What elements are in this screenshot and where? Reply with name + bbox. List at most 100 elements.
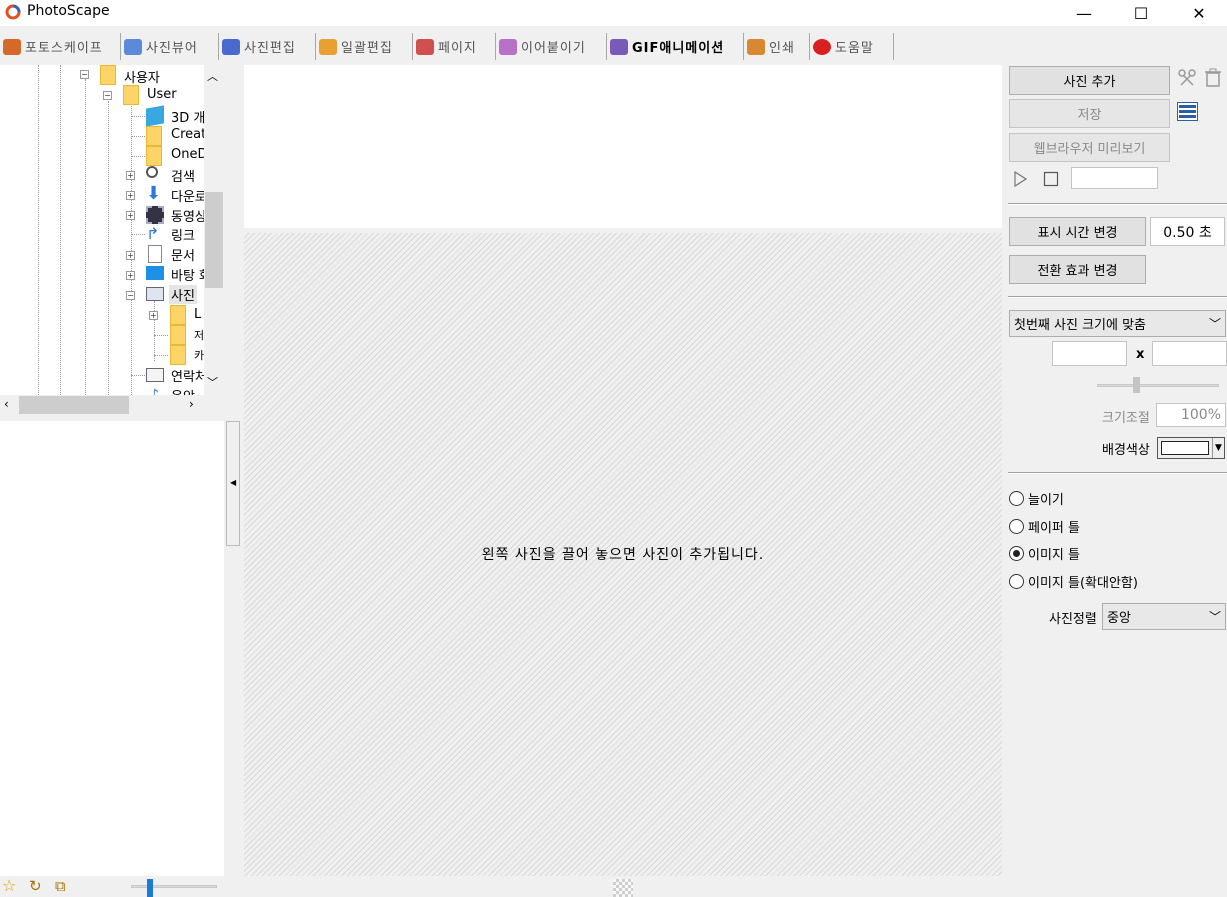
add-photo-button[interactable]: 사진 추가 <box>1009 66 1170 95</box>
resize-percent-field[interactable]: 100% <box>1156 403 1226 427</box>
preview-canvas[interactable]: 왼쪽 사진을 끌어 놓으면 사진이 추가됩니다. <box>244 233 1002 876</box>
expand-toggle[interactable]: + <box>126 211 135 220</box>
tree-node-creative[interactable]: Creat <box>171 127 206 142</box>
collapse-toggle[interactable]: − <box>126 291 135 300</box>
scroll-up-arrow-icon[interactable]: ︿ <box>207 68 218 84</box>
paper-frame-radio[interactable]: 페이퍼 틀 <box>1009 517 1080 536</box>
collapse-toggle[interactable]: − <box>80 70 89 79</box>
print-tab-icon <box>747 38 765 55</box>
rotate-icon[interactable]: ↻ <box>29 878 42 894</box>
save-button[interactable]: 저장 <box>1009 99 1170 128</box>
thumbnail-size-slider[interactable] <box>131 885 217 888</box>
tree-node-user[interactable]: User <box>147 87 177 102</box>
photoscape-logo-icon <box>5 4 21 20</box>
maximize-button[interactable]: ☐ <box>1112 0 1170 26</box>
image-frame-noenlarge-radio[interactable]: 이미지 틀(확대안함) <box>1009 572 1138 591</box>
expand-toggle[interactable]: + <box>126 251 135 260</box>
height-field[interactable] <box>1152 341 1227 366</box>
tree-guide <box>108 101 109 395</box>
tab-print[interactable]: 인쇄 <box>744 33 810 60</box>
minimize-button[interactable]: — <box>1055 0 1113 26</box>
tab-photoscape[interactable]: 포토스케이프 <box>0 33 121 60</box>
tab-editor[interactable]: 사진편집 <box>219 33 316 60</box>
resize-slider-track[interactable] <box>1097 384 1219 387</box>
size-mode-select[interactable]: 첫번째 사진 크기에 맞춤 ﹀ <box>1009 310 1226 337</box>
scroll-right-arrow-icon[interactable]: › <box>189 397 194 411</box>
tree-node-contacts[interactable]: 연락처 <box>171 366 207 385</box>
trash-icon[interactable] <box>1204 68 1222 88</box>
close-button[interactable]: ✕ <box>1170 0 1227 26</box>
tab-combine[interactable]: 이어붙이기 <box>496 33 607 60</box>
transition-effect-button[interactable]: 전환 효과 변경 <box>1009 255 1146 284</box>
tree-vertical-scroll-thumb[interactable] <box>205 192 223 288</box>
tab-page[interactable]: 페이지 <box>413 33 496 60</box>
expand-toggle[interactable]: + <box>126 171 135 180</box>
collapse-toggle[interactable]: − <box>103 91 112 100</box>
tree-node-videos[interactable]: 동영상 <box>171 206 207 225</box>
panel-collapse-handle[interactable]: ◀ <box>226 421 240 546</box>
stop-icon[interactable] <box>1043 171 1059 187</box>
tree-node-saved[interactable]: 저 <box>194 327 204 343</box>
expand-toggle[interactable]: + <box>149 311 158 320</box>
tree-node-links[interactable]: 링크 <box>171 225 195 244</box>
tree-guide <box>131 136 145 137</box>
frame-progress-field <box>1071 167 1158 189</box>
radio-indicator <box>1009 573 1024 589</box>
tree-node-3d[interactable]: 3D 개 <box>171 107 205 126</box>
expand-toggle[interactable]: + <box>126 191 135 200</box>
transparency-grid-icon[interactable] <box>613 879 633 897</box>
web-preview-button[interactable]: 웹브라우저 미리보기 <box>1009 133 1170 162</box>
list-view-icon[interactable] <box>1177 102 1198 121</box>
document-icon <box>148 245 162 263</box>
module-tabs: 포토스케이프 사진뷰어 사진편집 일괄편집 페이지 이어붙이기 GIF애니메이션… <box>0 33 1000 60</box>
link-icon: ↱ <box>146 224 160 243</box>
photo-align-select[interactable]: 중앙 ﹀ <box>1102 603 1226 630</box>
image-frame-radio[interactable]: 이미지 틀 <box>1009 544 1080 563</box>
display-time-button[interactable]: 표시 시간 변경 <box>1009 217 1146 246</box>
scroll-left-arrow-icon[interactable]: ‹ <box>4 397 9 411</box>
photo-align-label: 사진정렬 <box>1049 612 1097 627</box>
tab-help[interactable]: 도움말 <box>810 33 894 60</box>
folder-icon <box>146 146 162 166</box>
tree-node-downloads[interactable]: 다운로 <box>171 186 207 205</box>
tree-node-documents[interactable]: 문서 <box>171 245 195 264</box>
scroll-down-arrow-icon[interactable]: ﹀ <box>207 374 218 390</box>
divider <box>1008 203 1227 205</box>
tree-node-music[interactable]: 음악 <box>171 386 195 395</box>
photos-icon[interactable]: ⧉ <box>55 878 66 894</box>
contact-icon <box>146 368 164 382</box>
tree-node-users[interactable]: 사용자 <box>124 67 160 86</box>
tree-node-l[interactable]: L <box>194 307 201 322</box>
background-color-picker[interactable]: ▼ <box>1157 437 1225 459</box>
tree-guide <box>131 234 145 235</box>
thumbnail-slider-thumb[interactable] <box>147 879 153 897</box>
expand-toggle[interactable]: + <box>126 271 135 280</box>
tree-guide <box>60 65 61 395</box>
scissors-icon[interactable] <box>1178 69 1196 87</box>
tab-batch-editor[interactable]: 일괄편집 <box>316 33 413 60</box>
resize-slider-thumb[interactable] <box>1133 377 1140 393</box>
play-icon[interactable] <box>1013 171 1027 187</box>
pictures-icon <box>146 287 164 301</box>
file-list-panel[interactable] <box>0 421 224 876</box>
display-time-field[interactable]: 0.50 초 <box>1150 217 1225 246</box>
status-bar: ☆ ↻ ⧉ <box>0 876 1227 897</box>
tree-horizontal-scroll-thumb[interactable] <box>19 396 129 414</box>
folder-tree[interactable]: − 사용자 − User 3D 개 Creat OneD + 검색 + ⬇ 다운… <box>0 65 224 395</box>
tab-gif-animation[interactable]: GIF애니메이션 <box>607 33 744 60</box>
frame-strip[interactable] <box>244 65 1002 228</box>
cube-icon <box>146 105 164 127</box>
stretch-radio[interactable]: 늘이기 <box>1009 489 1064 508</box>
tree-node-search[interactable]: 검색 <box>171 166 195 185</box>
viewer-tab-icon <box>124 38 142 55</box>
tree-guide <box>131 101 132 395</box>
search-icon <box>146 166 158 178</box>
tree-guide <box>131 156 145 157</box>
help-tab-icon <box>813 38 831 55</box>
width-field[interactable] <box>1052 341 1127 366</box>
tab-viewer[interactable]: 사진뷰어 <box>121 33 219 60</box>
tree-node-camera[interactable]: 카 <box>194 347 204 363</box>
tree-node-onedrive[interactable]: OneD <box>171 147 207 162</box>
star-icon[interactable]: ☆ <box>2 878 16 894</box>
tree-node-pictures[interactable]: 사진 <box>169 285 197 304</box>
